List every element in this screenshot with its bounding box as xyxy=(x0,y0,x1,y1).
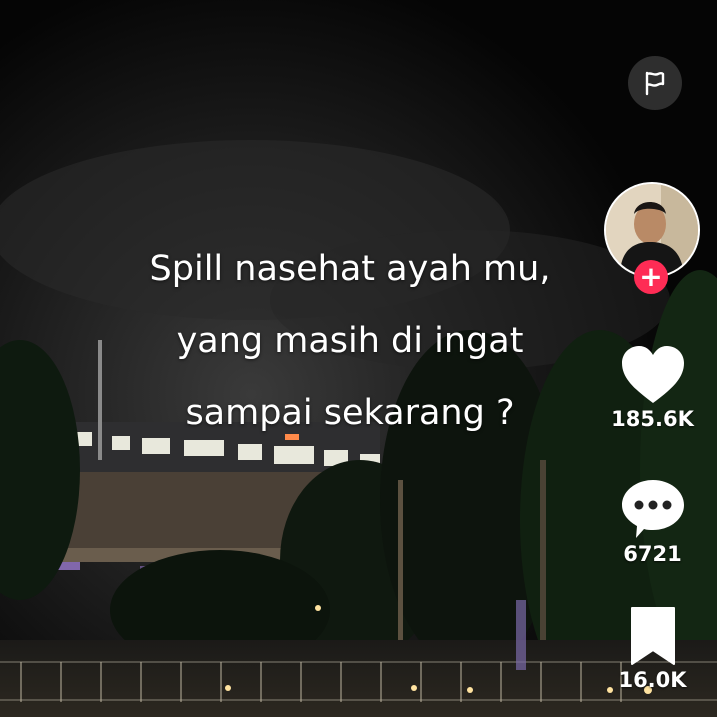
creator-avatar-group: + xyxy=(604,182,700,294)
flag-icon xyxy=(645,71,665,96)
caption-line-2: yang masih di ingat xyxy=(176,321,524,361)
follow-button[interactable]: + xyxy=(634,260,668,294)
bookmark-button[interactable]: 16.0K xyxy=(605,606,700,692)
video-player[interactable]: Spill nasehat ayah mu, yang masih di ing… xyxy=(0,0,717,717)
like-count: 185.6K xyxy=(611,407,694,431)
save-count: 16.0K xyxy=(618,668,687,692)
bookmark-icon xyxy=(630,607,675,665)
speech-bubble-icon xyxy=(621,480,684,538)
report-button[interactable] xyxy=(628,56,682,110)
video-text-overlay: Spill nasehat ayah mu, yang masih di ing… xyxy=(70,233,630,449)
comment-count: 6721 xyxy=(623,542,682,566)
caption-line-1: Spill nasehat ayah mu, xyxy=(149,249,551,289)
like-button[interactable]: 185.6K xyxy=(605,345,700,431)
heart-icon xyxy=(621,346,684,403)
comment-button[interactable]: 6721 xyxy=(605,478,700,566)
caption-line-3: sampai sekarang ? xyxy=(185,393,515,433)
